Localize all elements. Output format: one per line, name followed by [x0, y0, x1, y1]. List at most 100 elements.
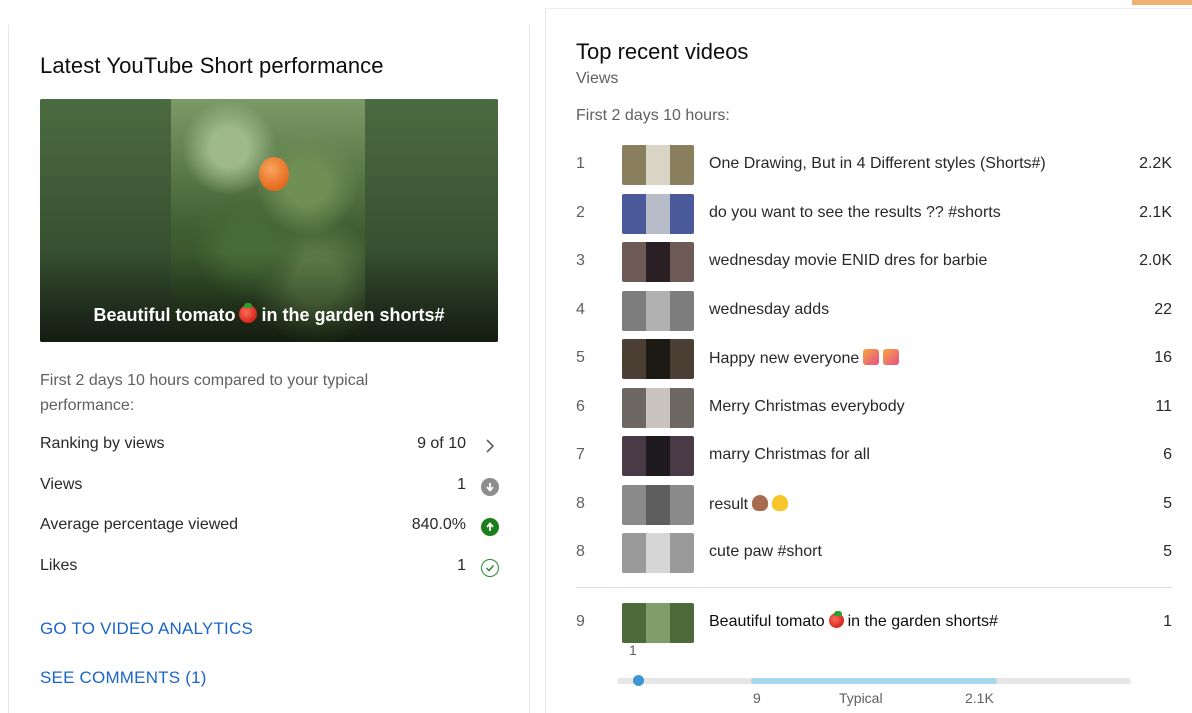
metric-ranking-by-views[interactable]: Ranking by views 9 of 10	[40, 435, 500, 459]
video-rank: 4	[576, 301, 585, 318]
range-current-label: 1	[629, 642, 637, 658]
video-rank: 7	[576, 446, 585, 463]
video-views: 2.0K	[1139, 252, 1172, 269]
range-low-label: 9	[753, 690, 761, 706]
video-title[interactable]: wednesday movie ENID dres for barbie	[709, 252, 987, 270]
metric-likes: Likes 1	[40, 557, 500, 581]
video-title[interactable]: cute paw #short	[709, 543, 822, 561]
top-accent-bar	[1132, 0, 1192, 5]
metric-value: 1	[457, 476, 466, 493]
caption-text-after: in the garden shorts#	[261, 305, 445, 325]
video-title[interactable]: wednesday adds	[709, 301, 829, 319]
video-views: 1	[1163, 613, 1172, 630]
video-views: 6	[1163, 446, 1172, 463]
top-recent-videos-title: Top recent videos	[576, 39, 749, 64]
metric-label: Views	[40, 476, 83, 493]
video-thumbnail[interactable]	[622, 485, 694, 525]
pointing-hand-emoji-icon	[752, 495, 769, 511]
tomato-fruit-graphic	[259, 157, 289, 191]
video-row[interactable]: 8 cute paw #short 5	[576, 533, 1172, 573]
video-views: 2.1K	[1139, 204, 1172, 221]
current-video-row[interactable]: 9 Beautiful tomato in the garden shorts# …	[576, 603, 1172, 643]
video-views: 5	[1163, 543, 1172, 560]
video-row[interactable]: 1 One Drawing, But in 4 Different styles…	[576, 145, 1172, 185]
metric-value: 9 of 10	[417, 435, 466, 452]
tomato-emoji-icon	[239, 303, 258, 323]
metric-label: Ranking by views	[40, 435, 165, 452]
video-row[interactable]: 8 result 5	[576, 485, 1172, 525]
comparison-description: First 2 days 10 hours compared to your t…	[40, 372, 369, 414]
video-thumbnail[interactable]	[622, 291, 694, 331]
arrow-down-circle-icon	[480, 477, 500, 497]
video-thumbnail[interactable]	[622, 388, 694, 428]
caption-text-before: Beautiful tomato	[93, 305, 236, 325]
party-face-emoji-icon	[863, 349, 880, 365]
video-thumbnail[interactable]	[622, 603, 694, 643]
video-rank: 3	[576, 252, 585, 269]
video-title-before: Beautiful tomato	[709, 613, 825, 630]
metric-value: 1	[457, 557, 466, 574]
video-rank: 6	[576, 398, 585, 415]
video-thumbnail[interactable]	[622, 194, 694, 234]
video-row[interactable]: 6 Merry Christmas everybody 11	[576, 388, 1172, 428]
video-title[interactable]: do you want to see the results ?? #short…	[709, 204, 1001, 222]
video-views: 2.2K	[1139, 155, 1172, 172]
video-title[interactable]: Merry Christmas everybody	[709, 398, 905, 416]
video-views: 5	[1163, 495, 1172, 512]
video-row[interactable]: 4 wednesday adds 22	[576, 291, 1172, 331]
latest-short-title: Latest YouTube Short performance	[40, 53, 384, 78]
video-title[interactable]: Happy new everyone	[709, 349, 900, 368]
range-current-marker	[633, 675, 644, 686]
video-title-text: result	[709, 496, 749, 513]
go-to-video-analytics-link[interactable]: GO TO VIDEO ANALYTICS	[40, 619, 253, 639]
card-gutter	[531, 0, 545, 713]
video-title-after: in the garden shorts#	[847, 613, 998, 630]
video-row[interactable]: 7 marry Christmas for all 6	[576, 436, 1172, 476]
top-recent-videos-card: Top recent videos Views First 2 days 10 …	[545, 8, 1192, 713]
pointing-up-emoji-icon	[772, 495, 789, 511]
top-recent-videos-period: First 2 days 10 hours:	[576, 107, 730, 124]
top-recent-videos-subtitle: Views	[576, 70, 619, 87]
list-divider	[576, 587, 1172, 588]
video-title[interactable]: result	[709, 495, 789, 514]
video-thumbnail[interactable]	[622, 242, 694, 282]
arrow-up-circle-icon	[480, 517, 500, 537]
metric-value: 840.0%	[411, 516, 466, 533]
metric-label: Average percentage viewed	[40, 516, 239, 533]
latest-short-thumbnail[interactable]: Beautiful tomato in the garden shorts#	[40, 99, 498, 342]
page: Latest YouTube Short performance Beautif…	[0, 0, 1192, 713]
latest-short-card: Latest YouTube Short performance Beautif…	[8, 25, 530, 713]
video-title[interactable]: Beautiful tomato in the garden shorts#	[709, 611, 998, 631]
video-title[interactable]: One Drawing, But in 4 Different styles (…	[709, 155, 1046, 173]
video-title[interactable]: marry Christmas for all	[709, 446, 870, 464]
range-high-label: 2.1K	[965, 690, 994, 706]
check-circle-icon	[480, 558, 500, 578]
video-thumbnail[interactable]	[622, 436, 694, 476]
range-typical-label: Typical	[839, 690, 883, 706]
video-views: 11	[1155, 398, 1172, 415]
video-rank: 9	[576, 613, 585, 630]
video-rank: 2	[576, 204, 585, 221]
see-comments-link[interactable]: SEE COMMENTS (1)	[40, 668, 207, 688]
video-views: 22	[1154, 301, 1172, 318]
video-rank: 1	[576, 155, 585, 172]
thumbnail-caption: Beautiful tomato in the garden shorts#	[40, 303, 498, 326]
video-row[interactable]: 3 wednesday movie ENID dres for barbie 2…	[576, 242, 1172, 282]
video-rank: 8	[576, 543, 585, 560]
metric-views: Views 1	[40, 476, 500, 500]
video-thumbnail[interactable]	[622, 145, 694, 185]
chevron-right-icon[interactable]	[480, 436, 500, 456]
video-title-text: Happy new everyone	[709, 350, 860, 367]
video-row[interactable]: 5 Happy new everyone 16	[576, 339, 1172, 379]
range-typical-band	[751, 678, 997, 684]
video-rank: 5	[576, 349, 585, 366]
metric-average-percentage-viewed: Average percentage viewed 840.0%	[40, 516, 500, 540]
video-rank: 8	[576, 495, 585, 512]
video-views: 16	[1154, 349, 1172, 366]
video-thumbnail[interactable]	[622, 339, 694, 379]
metric-label: Likes	[40, 557, 78, 574]
thumbnail-shade	[40, 252, 498, 342]
video-row[interactable]: 2 do you want to see the results ?? #sho…	[576, 194, 1172, 234]
video-thumbnail[interactable]	[622, 533, 694, 573]
party-face-emoji-icon	[883, 349, 900, 365]
